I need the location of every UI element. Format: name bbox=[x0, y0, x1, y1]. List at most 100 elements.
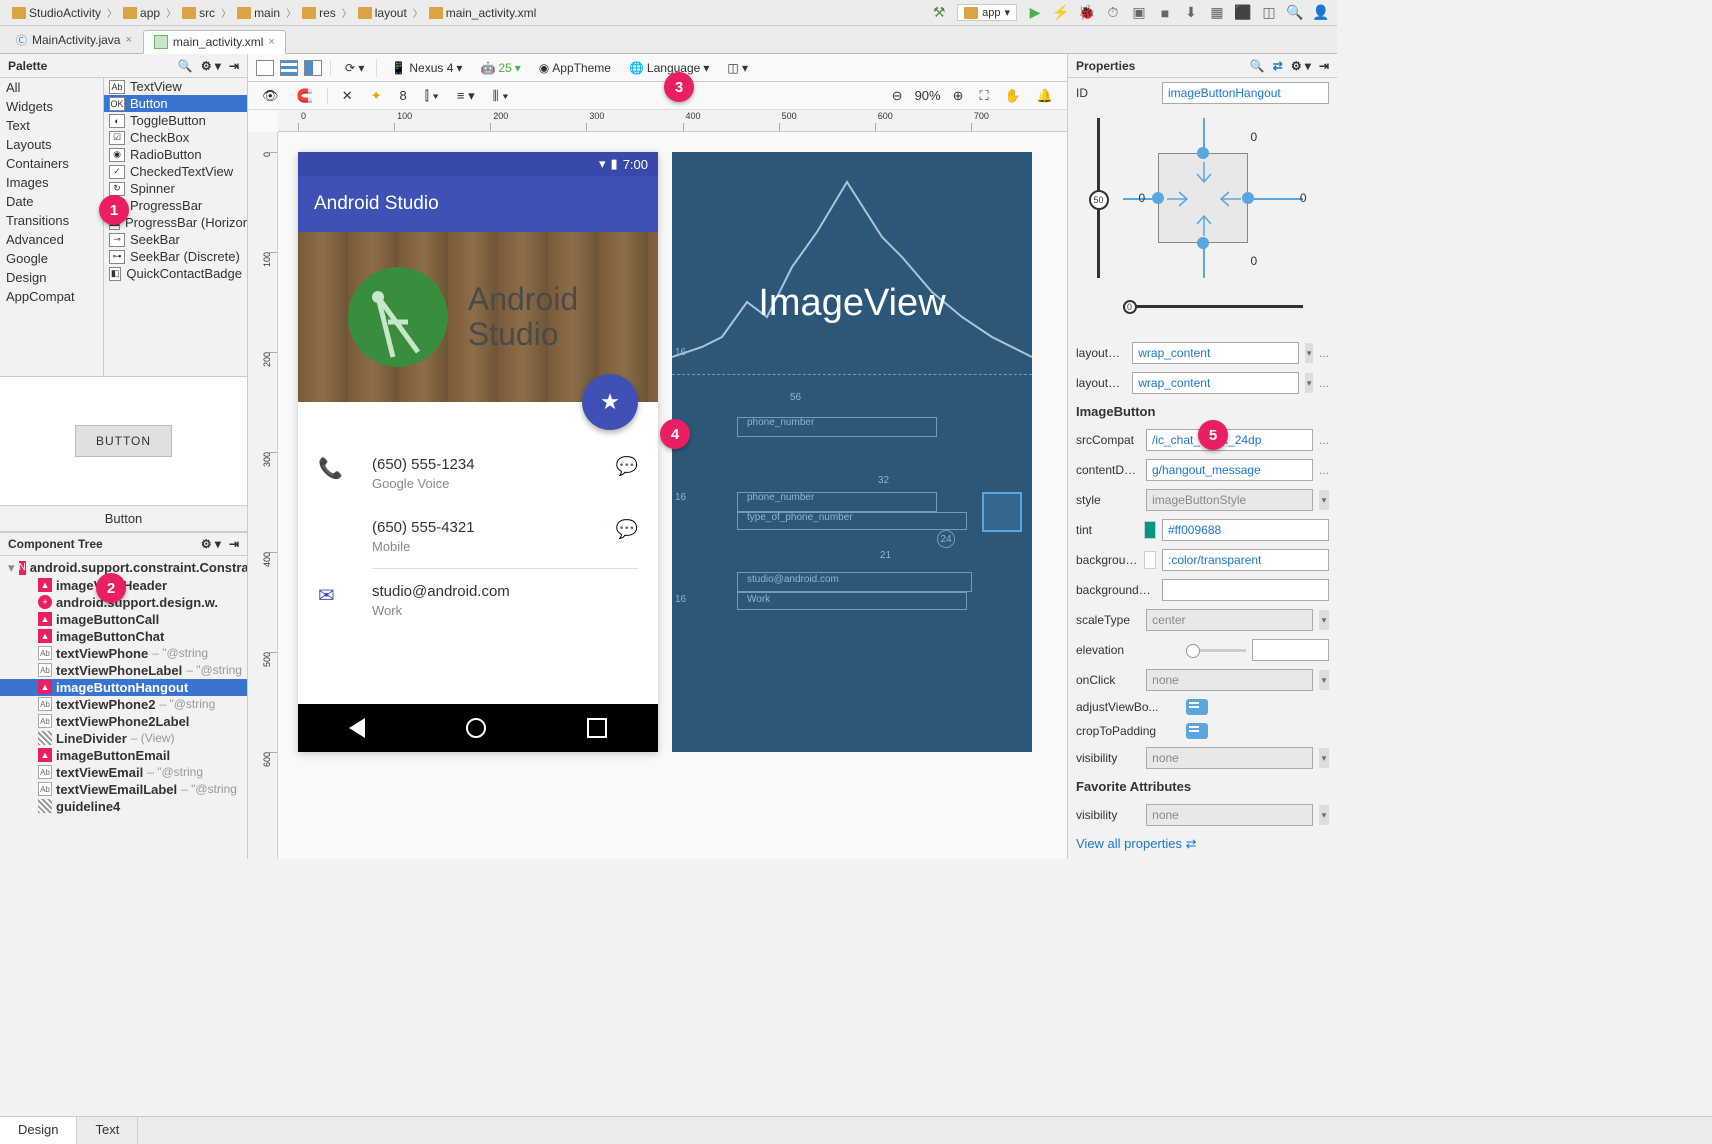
prop-input[interactable] bbox=[1162, 579, 1329, 601]
tree-item[interactable]: AbtextViewPhone2Label bbox=[0, 713, 247, 730]
dropdown-icon[interactable]: ▾ bbox=[1319, 805, 1329, 825]
palette-widget-item[interactable]: ↻Spinner bbox=[104, 180, 247, 197]
prop-input[interactable] bbox=[1146, 429, 1313, 451]
user-icon[interactable]: 👤 bbox=[1313, 5, 1329, 21]
bottom-tab-design[interactable]: Design bbox=[0, 1117, 77, 1144]
layout-inspector-icon[interactable]: ◫ bbox=[1261, 5, 1277, 21]
palette-category[interactable]: AppCompat bbox=[0, 287, 103, 306]
default-margin[interactable]: 8 bbox=[396, 86, 411, 105]
tree-item-root[interactable]: ▾ Nandroid.support.constraint.Constraint… bbox=[0, 559, 247, 577]
tree-item[interactable]: AbtextViewPhone2 – "@string bbox=[0, 696, 247, 713]
color-swatch[interactable] bbox=[1144, 551, 1156, 569]
design-view-icon[interactable] bbox=[256, 60, 274, 76]
palette-category[interactable]: Layouts bbox=[0, 135, 103, 154]
breadcrumb-item[interactable]: src bbox=[178, 4, 219, 22]
palette-hide-icon[interactable]: ⇥ bbox=[229, 59, 239, 73]
toggle-icon[interactable] bbox=[1186, 723, 1208, 739]
prop-settings-icon[interactable]: ⚙ ▾ bbox=[1291, 59, 1311, 73]
palette-category[interactable]: Transitions bbox=[0, 211, 103, 230]
profiler-icon[interactable]: ⏱ bbox=[1105, 5, 1121, 21]
palette-widget-item[interactable]: ⊶SeekBar (Discrete) bbox=[104, 248, 247, 265]
tree-item[interactable]: AbtextViewEmail – "@string bbox=[0, 764, 247, 781]
dropdown-icon[interactable]: ▾ bbox=[1319, 670, 1329, 690]
slider[interactable] bbox=[1186, 649, 1246, 652]
blueprint-view-icon[interactable] bbox=[280, 60, 298, 76]
editor-tab[interactable]: main_activity.xml× bbox=[143, 30, 286, 54]
prop-input[interactable] bbox=[1146, 609, 1313, 631]
run-icon[interactable]: ▶ bbox=[1027, 5, 1043, 21]
dropdown-icon[interactable]: ▾ bbox=[1305, 373, 1313, 393]
language-selector[interactable]: 🌐 Language ▾ bbox=[625, 59, 713, 77]
palette-widget-item[interactable]: AbTextView bbox=[104, 78, 247, 95]
tree-item[interactable]: AbtextViewEmailLabel – "@string bbox=[0, 781, 247, 798]
orientation-icon[interactable]: ⟳ ▾ bbox=[341, 59, 368, 77]
prop-input[interactable] bbox=[1146, 747, 1313, 769]
prop-input[interactable] bbox=[1162, 519, 1329, 541]
dropdown-icon[interactable]: ▾ bbox=[1319, 610, 1329, 630]
color-swatch[interactable] bbox=[1144, 521, 1156, 539]
align-icon[interactable]: ≡ ▾ bbox=[453, 86, 479, 106]
palette-category[interactable]: Text bbox=[0, 116, 103, 135]
tree-item[interactable]: ▲imageButtonEmail bbox=[0, 747, 247, 764]
more-icon[interactable]: ... bbox=[1319, 463, 1329, 477]
tree-item[interactable]: ▲imageButtonHangout bbox=[0, 679, 247, 696]
palette-widget-item[interactable]: ☑CheckBox bbox=[104, 129, 247, 146]
more-icon[interactable]: ... bbox=[1319, 433, 1329, 447]
prop-input[interactable] bbox=[1146, 489, 1313, 511]
tree-settings-icon[interactable]: ⚙ ▾ bbox=[201, 537, 221, 551]
palette-widget-item[interactable]: ◐ToggleButton bbox=[104, 112, 247, 129]
guideline-icon[interactable]: ⫼ ▾ bbox=[489, 86, 513, 106]
design-canvas[interactable]: 0 100 200 300 400 500 600 700 0 100 200 … bbox=[248, 110, 1067, 859]
palette-category[interactable]: Widgets bbox=[0, 97, 103, 116]
zoom-in-icon[interactable]: ⊕ bbox=[949, 86, 968, 106]
device-selector[interactable]: 📱 Nexus 4 ▾ bbox=[387, 59, 466, 77]
tree-item[interactable]: ▲imageButtonCall bbox=[0, 611, 247, 628]
zoom-out-icon[interactable]: ⊖ bbox=[888, 86, 907, 106]
close-icon[interactable]: × bbox=[125, 34, 131, 46]
toggle-icon[interactable] bbox=[1186, 699, 1208, 715]
clear-constraints-icon[interactable]: ✕ bbox=[338, 86, 357, 106]
pack-icon[interactable]: ⫿ ▾ bbox=[421, 86, 443, 106]
tree-item[interactable]: LineDivider – (View) bbox=[0, 730, 247, 747]
palette-category[interactable]: Date bbox=[0, 192, 103, 211]
apply-changes-icon[interactable]: ⚡ bbox=[1053, 5, 1069, 21]
prop-id-input[interactable] bbox=[1162, 82, 1329, 104]
palette-category[interactable]: Advanced bbox=[0, 230, 103, 249]
view-all-properties-link[interactable]: View all properties ⇄ bbox=[1068, 830, 1337, 858]
breadcrumb-item[interactable]: StudioActivity bbox=[8, 4, 105, 22]
show-constraints-icon[interactable]: 👁 bbox=[258, 86, 283, 106]
palette-widget-item[interactable]: ⊸SeekBar bbox=[104, 231, 247, 248]
search-icon[interactable]: 🔍 bbox=[1287, 5, 1303, 21]
palette-category[interactable]: Google bbox=[0, 249, 103, 268]
infer-constraints-icon[interactable]: ✦ bbox=[367, 86, 386, 106]
close-icon[interactable]: × bbox=[268, 36, 274, 48]
palette-search-icon[interactable]: 🔍 bbox=[178, 59, 193, 73]
tree-item[interactable]: AbtextViewPhone – "@string bbox=[0, 645, 247, 662]
stop-icon[interactable]: ■ bbox=[1157, 5, 1173, 21]
build-icon[interactable]: ⚒ bbox=[931, 5, 947, 21]
prop-input[interactable] bbox=[1146, 459, 1313, 481]
tree-item[interactable]: guideline4 bbox=[0, 798, 247, 815]
theme-selector[interactable]: ◉ AppTheme bbox=[535, 59, 615, 77]
fab-star[interactable]: ★ bbox=[582, 374, 638, 430]
dropdown-icon[interactable]: ▾ bbox=[1305, 343, 1313, 363]
sdk-icon[interactable]: ⬛ bbox=[1235, 5, 1251, 21]
more-icon[interactable]: ... bbox=[1319, 346, 1329, 360]
prop-search-icon[interactable]: 🔍 bbox=[1250, 59, 1265, 73]
editor-tab[interactable]: ⒸMainActivity.java× bbox=[5, 27, 143, 53]
breadcrumb-item[interactable]: res bbox=[298, 4, 340, 22]
avd-icon[interactable]: ▦ bbox=[1209, 5, 1225, 21]
tree-hide-icon[interactable]: ⇥ bbox=[229, 537, 239, 551]
chat-icon[interactable]: 💬 bbox=[616, 519, 638, 540]
api-selector[interactable]: 🤖 25 ▾ bbox=[476, 59, 524, 77]
chat-icon[interactable]: 💬 bbox=[616, 456, 638, 477]
palette-widget-item[interactable]: ◉RadioButton bbox=[104, 146, 247, 163]
palette-widget-item[interactable]: ✓CheckedTextView bbox=[104, 163, 247, 180]
tree-item[interactable]: ▲imageButtonChat bbox=[0, 628, 247, 645]
sync-icon[interactable]: ⬇ bbox=[1183, 5, 1199, 21]
prop-input[interactable] bbox=[1162, 549, 1329, 571]
palette-category[interactable]: Images bbox=[0, 173, 103, 192]
both-view-icon[interactable] bbox=[304, 60, 322, 76]
layout-height-input[interactable] bbox=[1132, 372, 1299, 394]
breadcrumb-item[interactable]: layout bbox=[354, 4, 411, 22]
